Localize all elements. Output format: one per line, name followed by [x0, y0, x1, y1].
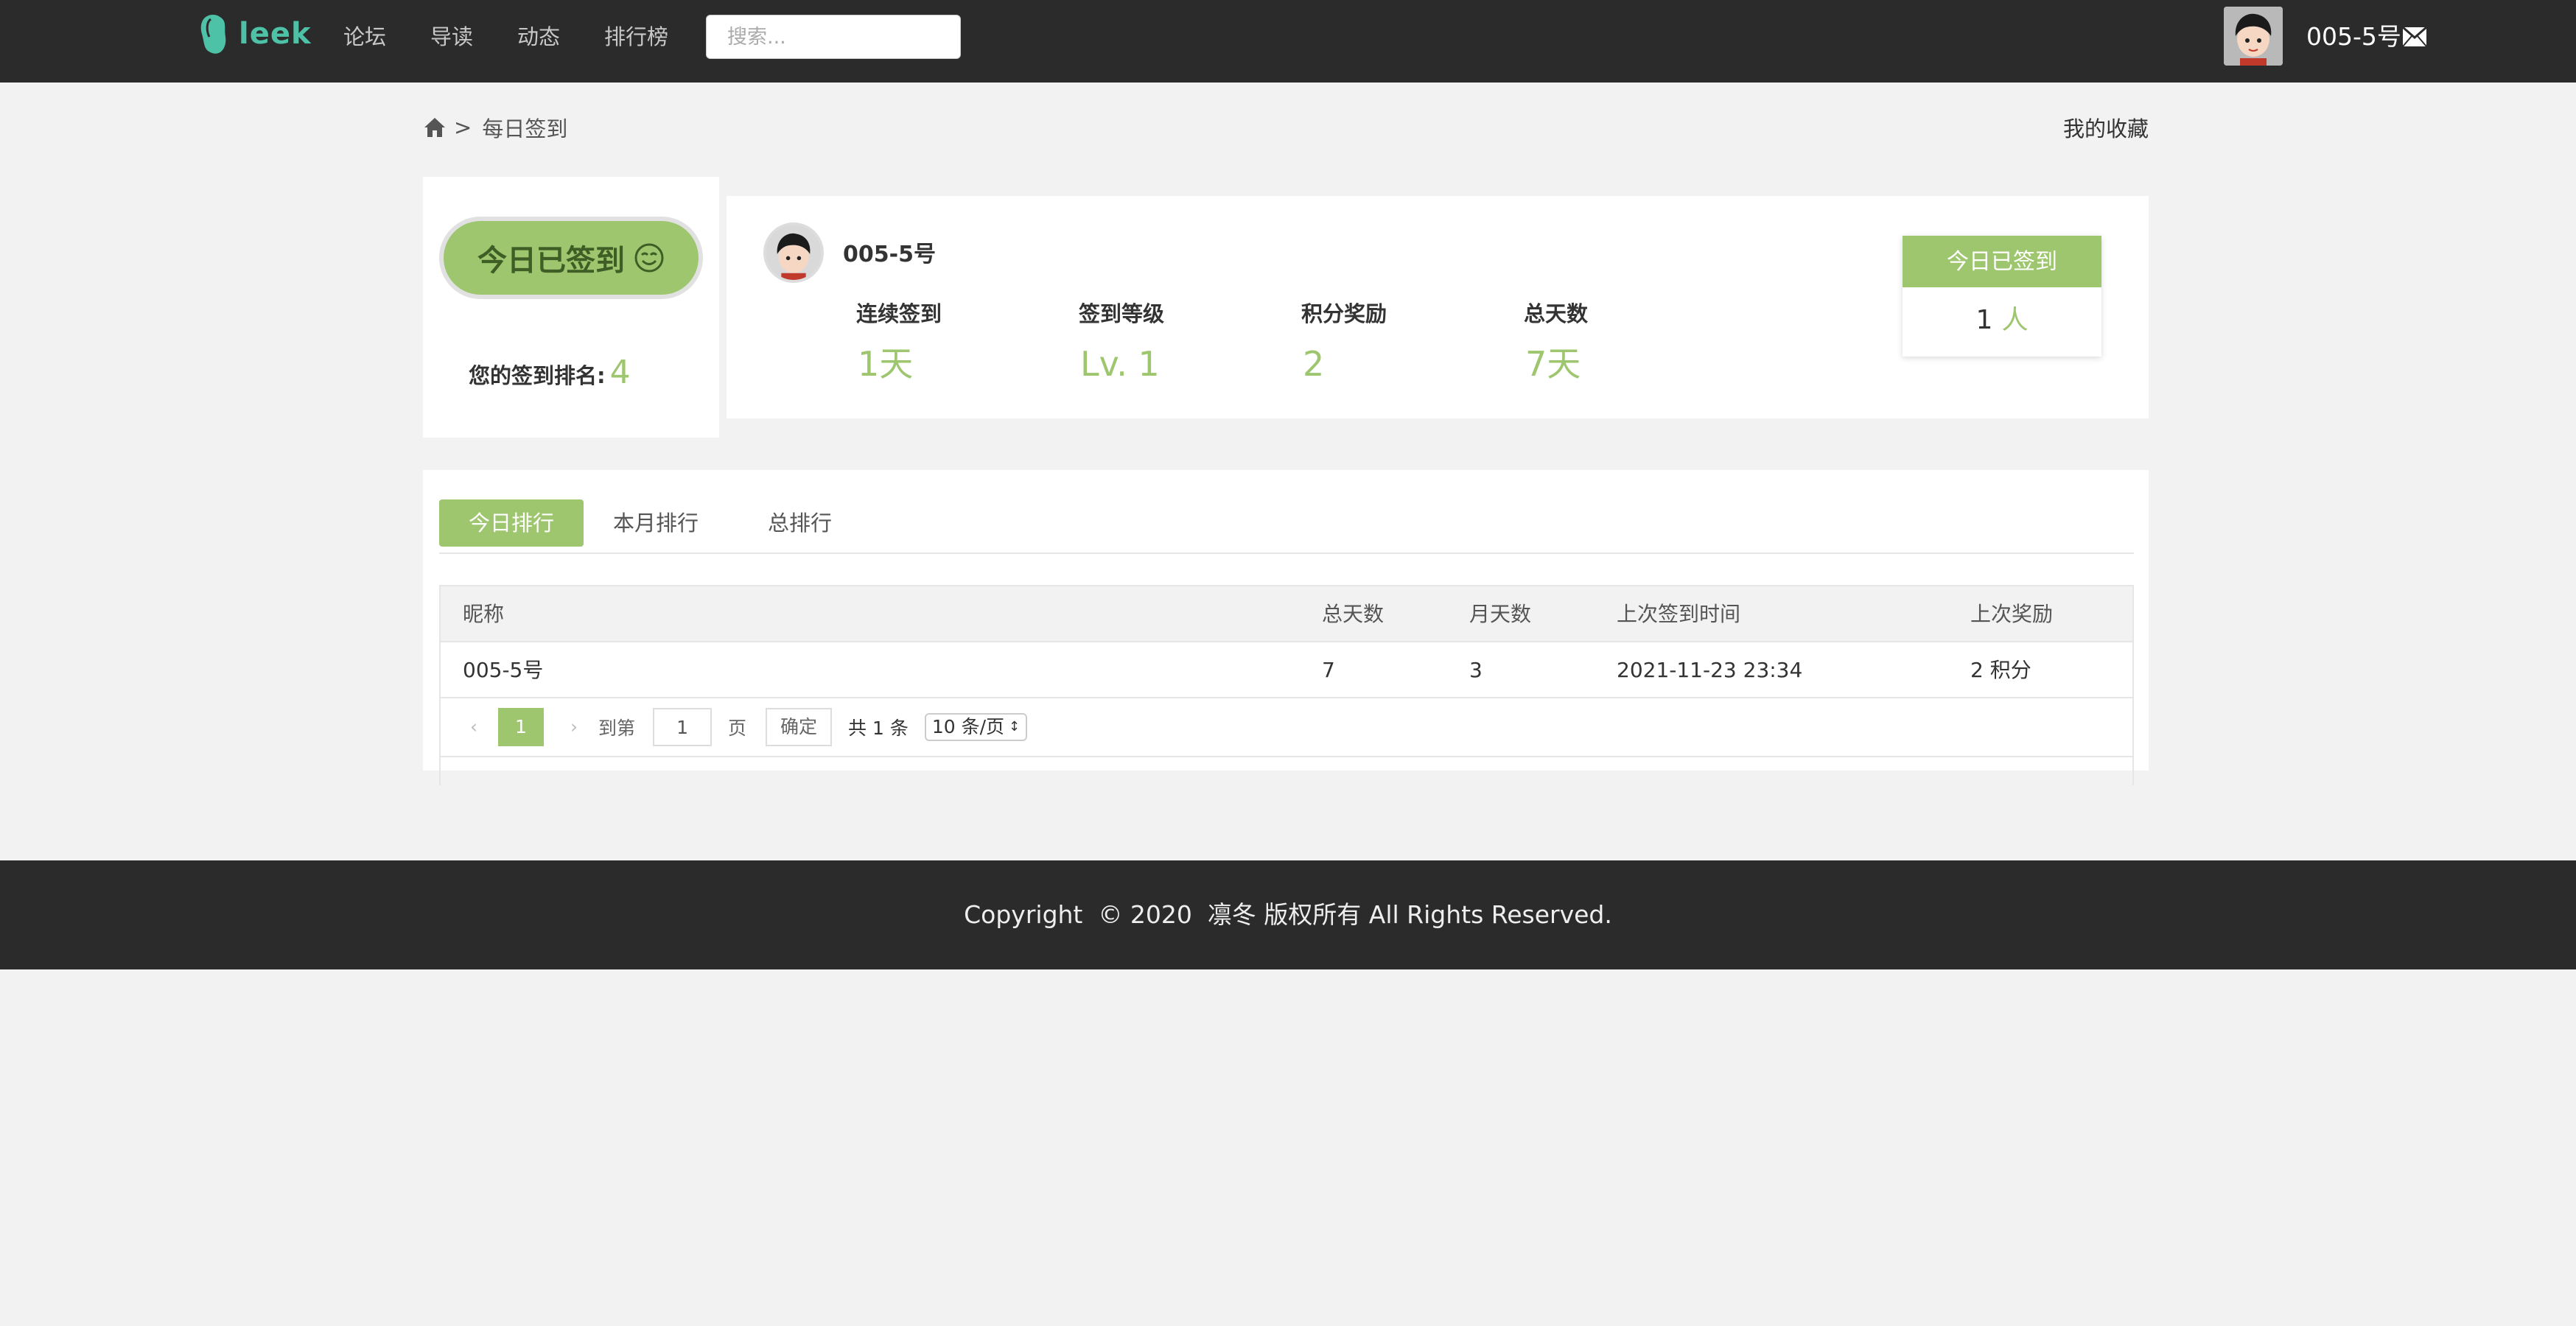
top-navbar: leek 论坛 导读 动态 排行榜 005-5号 — [0, 0, 2576, 83]
today-signed-count: 1人 — [1903, 287, 2101, 354]
stat-label: 连续签到 — [856, 301, 942, 326]
select-caret-icon: ↕ — [1009, 719, 1021, 734]
sign-stats: 连续签到 1天 签到等级 Lv. 1 积分奖励 2 总天数 7天 — [856, 299, 1746, 385]
sign-rank-label: 您的签到排名: — [469, 363, 606, 388]
nav-activity[interactable]: 动态 — [517, 21, 560, 53]
user-avatar[interactable] — [2224, 7, 2283, 66]
favorites-link[interactable]: 我的收藏 — [2063, 112, 2149, 143]
avatar-face-icon — [766, 225, 821, 280]
footer: Copyright © 2020 凛冬 版权所有 All Rights Rese… — [0, 860, 2576, 969]
cell-last-sign-time: 2021-11-23 23:34 — [1617, 658, 1803, 682]
signed-in-label: 今日已签到 — [477, 244, 625, 278]
table-row: 005-5号 7 3 2021-11-23 23:34 2 积分 — [441, 642, 2132, 698]
copyright-text: Copyright © 2020 凛冬 版权所有 All Rights Rese… — [964, 900, 1612, 929]
nav-leaderboard[interactable]: 排行榜 — [604, 21, 668, 53]
sign-rank-value: 4 — [609, 354, 631, 391]
nav-forum[interactable]: 论坛 — [343, 21, 386, 53]
pagination: ‹ 1 › 到第 页 确定 共 1 条 10 条/页 ↕ — [441, 698, 2132, 757]
next-page-icon[interactable]: › — [563, 716, 585, 738]
ranking-table: 昵称 总天数 月天数 上次签到时间 上次奖励 005-5号 7 3 2021-1… — [439, 585, 2134, 785]
stat-value: Lv. 1 — [1080, 344, 1160, 384]
avatar-face-icon — [2224, 7, 2283, 66]
cell-total-days: 7 — [1322, 658, 1335, 682]
nav-guide[interactable]: 导读 — [430, 21, 473, 53]
goto-page-input[interactable] — [653, 708, 713, 746]
stat-value: 2 — [1303, 344, 1325, 384]
page-unit-label: 页 — [728, 718, 747, 739]
today-count-number: 1 — [1975, 305, 1993, 335]
stat-label: 总天数 — [1524, 301, 1589, 326]
total-count: 共 1 条 — [848, 718, 909, 739]
leek-logo-icon — [200, 15, 226, 54]
col-last-sign-time: 上次签到时间 — [1617, 602, 1741, 626]
main-nav: 论坛 导读 动态 排行榜 — [343, 21, 713, 53]
col-nickname: 昵称 — [463, 602, 505, 626]
cell-last-reward: 2 积分 — [1970, 658, 2031, 682]
stat-label: 积分奖励 — [1301, 301, 1387, 326]
ranking-panel: 今日排行 本月排行 总排行 昵称 总天数 月天数 上次签到时间 上次奖励 005… — [423, 470, 2149, 785]
stat-points: 积分奖励 2 — [1301, 299, 1524, 385]
breadcrumb: > 每日签到 — [423, 112, 567, 143]
page-number-current[interactable]: 1 — [498, 708, 544, 746]
goto-confirm-button[interactable]: 确定 — [766, 708, 833, 746]
sign-in-panel: 今日已签到 您的签到排名: 4 — [423, 177, 719, 438]
page-size-select[interactable]: 10 条/页 ↕ — [924, 713, 1028, 741]
signed-in-button[interactable]: 今日已签到 — [439, 217, 703, 299]
goto-label: 到第 — [598, 718, 636, 739]
tab-month-ranking[interactable]: 本月排行 — [584, 499, 728, 547]
col-month-days: 月天数 — [1469, 602, 1532, 626]
today-signed-title: 今日已签到 — [1903, 236, 2101, 287]
page-size-value: 10 条/页 — [931, 716, 1005, 737]
header-username[interactable]: 005-5号 — [2306, 21, 2401, 53]
stat-streak: 连续签到 1天 — [856, 299, 1079, 385]
site-logo[interactable]: leek — [196, 12, 312, 56]
prev-page-icon[interactable]: ‹ — [463, 716, 485, 738]
col-total-days: 总天数 — [1322, 602, 1385, 626]
mail-icon[interactable] — [2402, 27, 2427, 47]
search-input[interactable] — [706, 15, 961, 59]
profile-username: 005-5号 — [843, 242, 936, 267]
table-header: 昵称 总天数 月天数 上次签到时间 上次奖励 — [441, 586, 2132, 642]
today-signed-box: 今日已签到 1人 — [1903, 236, 2101, 357]
sign-rank: 您的签到排名: 4 — [469, 354, 631, 391]
ranking-tabs: 今日排行 本月排行 总排行 — [439, 499, 2134, 554]
stat-level: 签到等级 Lv. 1 — [1079, 299, 1301, 385]
today-count-unit: 人 — [2001, 305, 2029, 335]
tab-today-ranking[interactable]: 今日排行 — [439, 499, 584, 547]
cell-nickname: 005-5号 — [463, 658, 544, 682]
logo-text: leek — [239, 17, 312, 51]
stat-value: 1天 — [858, 344, 914, 384]
home-icon[interactable] — [423, 116, 447, 139]
breadcrumb-current: 每日签到 — [482, 116, 568, 141]
stat-value: 7天 — [1525, 344, 1581, 384]
stat-total-days: 总天数 7天 — [1524, 299, 1746, 385]
cell-month-days: 3 — [1469, 658, 1483, 682]
sign-stats-panel: 005-5号 连续签到 1天 签到等级 Lv. 1 积分奖励 2 总天数 7天 … — [727, 196, 2149, 418]
breadcrumb-separator: > — [454, 115, 472, 140]
stat-label: 签到等级 — [1079, 301, 1165, 326]
smile-icon — [634, 243, 664, 273]
profile-avatar[interactable] — [763, 222, 824, 283]
tab-total-ranking[interactable]: 总排行 — [738, 499, 861, 547]
col-last-reward: 上次奖励 — [1970, 602, 2054, 626]
